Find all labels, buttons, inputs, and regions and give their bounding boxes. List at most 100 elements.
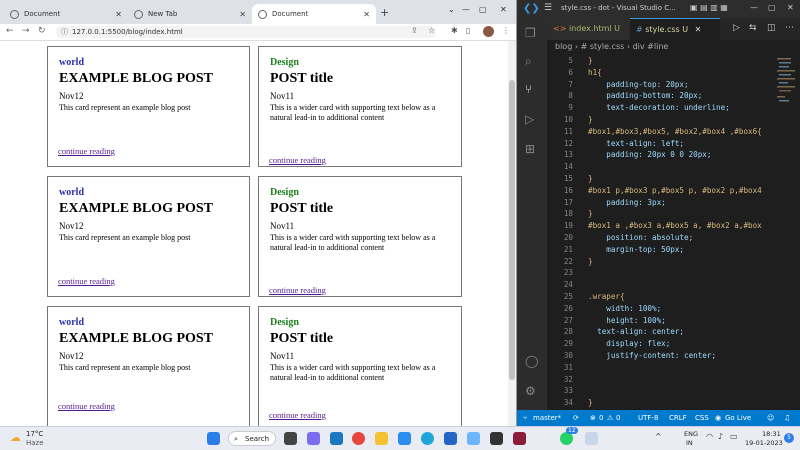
weather-temp[interactable]: 17°C (26, 430, 43, 438)
compare-icon[interactable]: ⇆ (749, 23, 757, 33)
tab-index-html[interactable]: <> index.html U (547, 18, 630, 40)
language-indicator[interactable]: ENG (684, 430, 698, 438)
continue-reading-link[interactable]: continue reading (269, 410, 326, 420)
code-line[interactable]: 9 text-decoration: underline; (547, 102, 775, 114)
code-line[interactable]: 16 #box1 p,#box3 p,#box5 p, #box2 p,#box4 (547, 185, 775, 197)
vscode-taskbar-icon[interactable] (330, 432, 343, 445)
code-line[interactable]: 32 (547, 374, 775, 386)
region-indicator[interactable]: IN (686, 439, 693, 447)
breadcrumb-item[interactable]: div #line (633, 42, 669, 51)
taskbar-search[interactable]: ⌕ Search (228, 431, 276, 446)
maximize-icon[interactable]: ▢ (768, 3, 776, 12)
explorer-icon[interactable]: ❐ (525, 26, 536, 40)
new-tab-button[interactable]: + (380, 6, 389, 19)
git-branch[interactable]: master* (533, 410, 561, 426)
breadcrumb-item[interactable]: # style.css (581, 42, 625, 51)
breadcrumb-item[interactable]: blog (555, 42, 572, 51)
continue-reading-link[interactable]: continue reading (58, 146, 115, 156)
code-line[interactable]: 23 (547, 267, 775, 279)
code-line[interactable]: 34} (547, 397, 775, 409)
menu-icon[interactable]: ⋮ (502, 26, 510, 35)
minimize-icon[interactable]: — (462, 5, 470, 14)
wifi-icon[interactable]: ◠ (706, 432, 713, 441)
continue-reading-link[interactable]: continue reading (58, 276, 115, 286)
code-line[interactable]: 31 (547, 362, 775, 374)
address-bar[interactable]: ⓘ 127.0.0.1:5500/blog/index.html (56, 26, 436, 38)
share-icon[interactable]: ⇪ (411, 26, 418, 35)
browser-tab[interactable]: Document ✕ (4, 4, 128, 24)
continue-reading-link[interactable]: continue reading (58, 401, 115, 411)
reload-icon[interactable]: ↻ (38, 26, 46, 36)
speaker-icon[interactable]: ♪ (718, 432, 723, 441)
chrome-taskbar-icon[interactable] (352, 432, 365, 445)
intellij-icon[interactable] (513, 432, 526, 445)
code-line[interactable]: 12 text-align: left; (547, 138, 775, 150)
layout-icon[interactable]: ▣ ▤ ▥ ▦ (690, 3, 728, 12)
code-line[interactable]: 29 display: flex; (547, 338, 775, 350)
info-icon[interactable]: ⓘ (61, 26, 68, 38)
gear-icon[interactable]: ⚙ (525, 384, 536, 398)
code-line[interactable]: 7 padding-top: 20px; (547, 79, 775, 91)
chevron-up-icon[interactable]: ^ (655, 432, 662, 441)
close-icon[interactable]: ✕ (239, 10, 246, 19)
store-icon[interactable] (444, 432, 457, 445)
clock-date[interactable]: 19-01-2023 (745, 439, 783, 447)
extensions-icon[interactable]: ⊞ (525, 142, 535, 156)
bell-icon[interactable]: ♫ (784, 410, 790, 426)
remote-icon[interactable]: ⑂ (523, 410, 527, 426)
code-line[interactable]: 24 (547, 279, 775, 291)
code-line[interactable]: 18} (547, 208, 775, 220)
code-line[interactable]: 22} (547, 256, 775, 268)
code-line[interactable]: 15} (547, 173, 775, 185)
close-icon[interactable]: ✕ (115, 10, 122, 19)
encoding[interactable]: UTF-8 (638, 410, 658, 426)
browser-tab-active[interactable]: Document ✕ (252, 4, 376, 24)
sidebar-icon[interactable]: ▯ (466, 26, 470, 35)
code-line[interactable]: 20 position: absolute; (547, 232, 775, 244)
code-line[interactable]: 14 (547, 161, 775, 173)
code-line[interactable]: 26 width: 100%; (547, 303, 775, 315)
extensions-icon[interactable]: ✱ (451, 26, 458, 35)
code-line[interactable]: 6 h1{ (547, 67, 775, 79)
weather-desc[interactable]: Haze (26, 439, 44, 447)
code-line[interactable]: 13 padding: 20px 0 0 20px; (547, 149, 775, 161)
code-line[interactable]: 30 justify-content: center; (547, 350, 775, 362)
back-icon[interactable]: ← (6, 26, 14, 36)
clock-time[interactable]: 18:31 (762, 430, 781, 438)
error-count[interactable]: 0 (599, 410, 603, 426)
code-line[interactable]: 25 .wraper{ (547, 291, 775, 303)
minimize-icon[interactable]: — (750, 3, 758, 12)
run-debug-icon[interactable]: ▷ (525, 112, 534, 126)
windows-start-icon[interactable] (207, 432, 220, 445)
feedback-icon[interactable]: ☺ (767, 410, 774, 426)
code-line[interactable]: 5} (547, 55, 775, 67)
chevron-down-icon[interactable]: ⌄ (448, 5, 455, 14)
zoom-icon[interactable] (398, 432, 411, 445)
code-line[interactable]: 17 padding: 3px; (547, 197, 775, 209)
close-icon[interactable]: ✕ (695, 25, 702, 34)
terminal-icon[interactable] (490, 432, 503, 445)
search-icon[interactable]: ⌕ (525, 54, 532, 69)
star-icon[interactable]: ☆ (428, 26, 435, 35)
line-ending[interactable]: CRLF (669, 410, 687, 426)
notification-badge[interactable]: 5 (784, 433, 794, 443)
code-line[interactable]: 8 padding-bottom: 20px; (547, 90, 775, 102)
more-actions-icon[interactable]: ⋯ (785, 23, 794, 33)
source-control-icon[interactable]: ⑂ (525, 82, 532, 96)
close-icon[interactable]: ✕ (363, 10, 370, 19)
teams-icon[interactable] (307, 432, 320, 445)
menu-icon[interactable]: ☰ (544, 3, 552, 13)
run-icon[interactable]: ▷ (733, 23, 740, 33)
weather-icon[interactable]: ☁ (10, 431, 21, 444)
close-window-icon[interactable]: ✕ (500, 5, 507, 14)
maximize-icon[interactable]: ▢ (479, 5, 487, 14)
code-line[interactable]: 19 #box1 a ,#box3 a,#box5 a, #box2 a,#box (547, 220, 775, 232)
edge-icon[interactable] (421, 432, 434, 445)
file-explorer-icon[interactable] (375, 432, 388, 445)
sync-icon[interactable]: ⟳ (573, 410, 579, 426)
code-line[interactable]: 27 height: 100%; (547, 315, 775, 327)
snipping-tool-icon[interactable] (585, 432, 598, 445)
continue-reading-link[interactable]: continue reading (269, 155, 326, 165)
code-line[interactable]: 11 #box1,#box3,#box5, #box2,#box4 ,#box6{ (547, 126, 775, 138)
code-line[interactable]: 33 (547, 385, 775, 397)
